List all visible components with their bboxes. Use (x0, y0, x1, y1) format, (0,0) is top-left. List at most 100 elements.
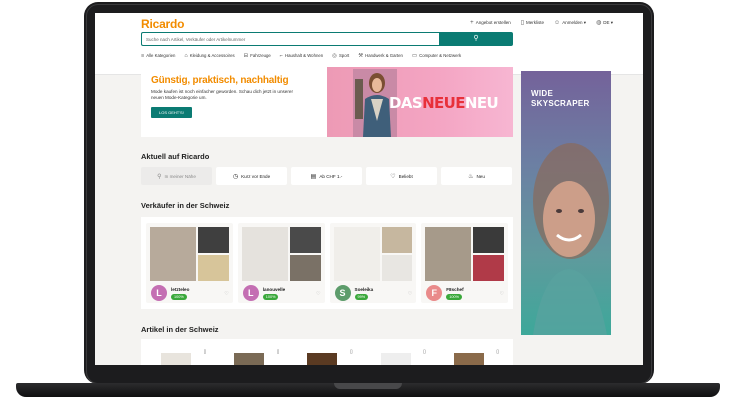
bookmark-icon[interactable]: ▯ (203, 349, 206, 355)
language-selector[interactable]: ◍ DE ▾ (596, 19, 613, 26)
ricardo-logo[interactable]: Ricardo (141, 17, 184, 31)
chip-label: Beliebt (398, 173, 413, 179)
article-card[interactable]: ▯ (369, 347, 432, 365)
category-label: Fahrzeuge (250, 53, 271, 58)
promo-text-area: Günstig, praktisch, nachhaltig Mode kauf… (141, 67, 327, 137)
article-card[interactable]: ▯ (442, 347, 505, 365)
seller-image (289, 227, 321, 253)
menu-icon: ≡ (141, 53, 145, 59)
site-header: Ricardo + Angebot erstellen ▯ Merkliste ☺ A… (95, 13, 643, 75)
chip-popular[interactable]: ♡ Beliebt (366, 167, 437, 185)
article-thumbnail (453, 353, 484, 365)
seller-image (198, 227, 229, 253)
category-label: Haushalt & Wohnen (284, 53, 324, 58)
skyscraper-line1: WIDE (531, 89, 554, 98)
promo-subtitle: Mode kaufen ist noch einfacher geworden.… (151, 89, 293, 100)
watchlist-label: Merkliste (526, 20, 545, 25)
create-listing-link[interactable]: + Angebot erstellen (470, 20, 511, 26)
search-button[interactable]: ⚲ (439, 32, 513, 46)
chair-icon: ⌐ (279, 53, 283, 59)
laptop-base (16, 383, 720, 397)
category-label: Kleidung & Accessoires (189, 53, 235, 58)
create-listing-label: Angebot erstellen (475, 19, 511, 25)
chip-label: Ab CHF 1.- (319, 173, 343, 179)
seller-card[interactable]: L letzteleo 100% ♡ (146, 223, 233, 303)
bookmark-icon: ▯ (520, 20, 525, 26)
price-icon: ▤ (310, 173, 317, 180)
seller-card[interactable]: F F8schef 100% ♡ (421, 223, 508, 303)
rating-badge: 100% (262, 294, 279, 300)
seller-images-side (381, 227, 413, 281)
seller-card[interactable]: S Soeleika 99% ♡ (329, 223, 417, 303)
seller-image (381, 227, 413, 253)
seller-images-side (289, 227, 321, 281)
skyscraper-line2: SKYSCRAPER (531, 99, 590, 108)
promo-cta-button[interactable]: LOS GEHT'S! (151, 107, 192, 118)
seller-image (473, 227, 504, 253)
login-link[interactable]: ☺ Anmelden ▾ (554, 20, 586, 26)
bookmark-icon[interactable]: ▯ (496, 349, 499, 355)
article-thumbnail (307, 353, 338, 365)
seller-images (425, 227, 504, 281)
chip-from-chf1[interactable]: ▤ Ab CHF 1.- (291, 167, 362, 185)
category-household[interactable]: ⌐ Haushalt & Wohnen (280, 53, 323, 59)
laptop-mockup: Ricardo + Angebot erstellen ▯ Merkliste ☺ A… (0, 0, 736, 399)
avatar: L (242, 285, 259, 301)
skyscraper-title: WIDE SKYSCRAPER (531, 89, 590, 109)
search-input[interactable]: Suche nach Artikel, Verkäufer oder Artik… (141, 32, 439, 46)
article-list: ▯ ▯ ▯ ▯ ▯ (141, 339, 513, 365)
article-thumbnail (161, 353, 191, 365)
category-clothing[interactable]: ⌂ Kleidung & Accessoires (184, 53, 234, 59)
shirt-icon: ⌂ (184, 53, 188, 59)
laptop-icon: ▭ (411, 53, 418, 59)
category-craft-garden[interactable]: ⚒ Handwerk & Garten (358, 53, 403, 59)
promo-banner[interactable]: Günstig, praktisch, nachhaltig Mode kauf… (141, 67, 513, 137)
promo-image: DASNEUENEU (327, 67, 513, 137)
chip-label: Kurz vor Ende (241, 173, 271, 179)
search-bar: Suche nach Artikel, Verkäufer oder Artik… (141, 32, 513, 46)
category-sport[interactable]: ◎ Sport (332, 53, 349, 59)
car-icon: ⊟ (243, 53, 249, 59)
seller-image (473, 255, 504, 281)
heart-icon[interactable]: ♡ (316, 291, 320, 297)
new-icon: ♨ (468, 173, 474, 180)
promo-title: Günstig, praktisch, nachhaltig (151, 75, 289, 86)
seller-card[interactable]: L lanouvelle 100% ♡ (237, 223, 325, 303)
category-label: Sport (338, 53, 350, 58)
rating-badge: 100% (171, 294, 187, 300)
seller-images-side (473, 227, 504, 281)
article-card[interactable]: ▯ (149, 347, 212, 365)
bookmark-icon[interactable]: ▯ (277, 349, 280, 355)
chip-label: Neu (476, 173, 485, 179)
rating-badge: 100% (446, 294, 462, 300)
seller-list: L letzteleo 100% ♡ L lanouvelle 100% ♡ S… (141, 217, 513, 309)
filter-chips: ⚲ In meiner Nähe ◷ Kurz vor Ende ▤ Ab CHF 1… (141, 167, 512, 185)
promo-graphic-text: DASNEUENEU (389, 94, 499, 112)
chip-ending-soon[interactable]: ◷ Kurz vor Ende (216, 167, 287, 185)
category-label: Handwerk & Garten (365, 53, 403, 58)
category-vehicles[interactable]: ⊟ Fahrzeuge (244, 53, 271, 59)
article-card[interactable]: ▯ (295, 347, 358, 365)
watchlist-link[interactable]: ▯ Merkliste (521, 19, 544, 26)
seller-images (241, 227, 321, 281)
seller-name: letzteleo (171, 287, 190, 292)
skyscraper-ad[interactable]: WIDE SKYSCRAPER (521, 71, 611, 335)
heart-icon[interactable]: ♡ (500, 291, 504, 297)
promo-graphic-neu: NEU (464, 94, 499, 112)
category-all[interactable]: ≡ Alle Kategorien (141, 53, 175, 59)
category-label: Computer & Netzwerk (419, 53, 462, 58)
heart-icon[interactable]: ♡ (408, 291, 412, 297)
user-icon: ☺ (554, 19, 561, 26)
bookmark-icon[interactable]: ▯ (423, 349, 426, 355)
chip-label: In meiner Nähe (164, 173, 196, 179)
promo-graphic-neue: NEUE (422, 94, 465, 112)
chip-new[interactable]: ♨ Neu (441, 167, 512, 185)
category-nav: ≡ Alle Kategorien ⌂ Kleidung & Accessoires… (141, 53, 461, 59)
article-card[interactable]: ▯ (222, 347, 285, 365)
category-computer[interactable]: ▭ Computer & Netzwerk (412, 53, 461, 59)
heart-icon[interactable]: ♡ (224, 291, 228, 297)
bookmark-icon[interactable]: ▯ (350, 349, 353, 355)
seller-name: Soeleika (354, 287, 374, 292)
chip-nearby[interactable]: ⚲ In meiner Nähe (141, 167, 212, 185)
laptop-notch (334, 383, 402, 389)
